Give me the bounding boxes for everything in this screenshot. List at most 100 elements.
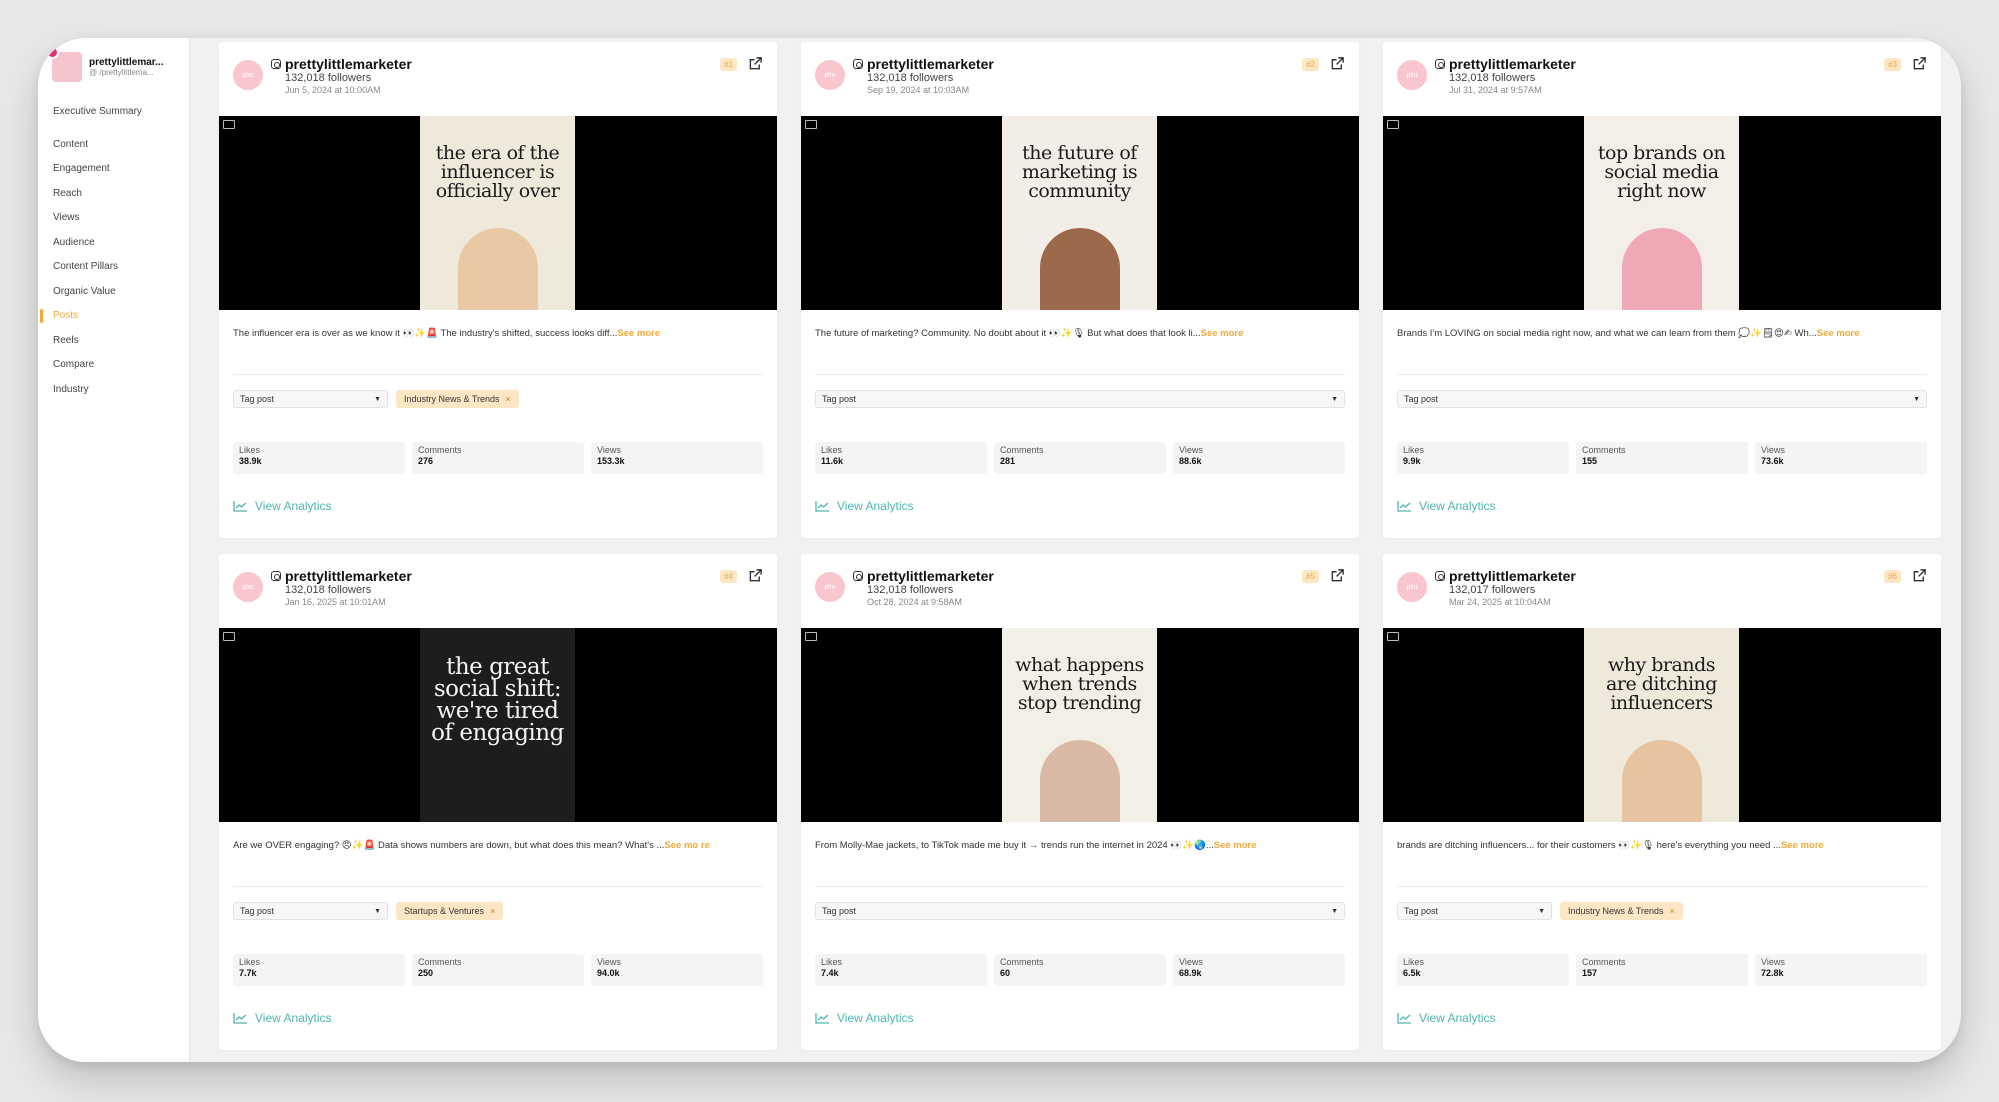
instagram-icon: [271, 59, 281, 69]
post-stats: Likes 7.7k Comments 250 Views 94.0k: [233, 954, 763, 986]
thumbnail-figure: [1622, 228, 1702, 310]
sidebar-item-industry[interactable]: Industry: [38, 378, 190, 403]
line-chart-icon: [815, 1013, 829, 1024]
profile-switcher[interactable]: prettylittlemar... @ /prettylittlema...: [46, 46, 182, 84]
sidebar-item-organic-value[interactable]: Organic Value: [38, 280, 190, 305]
tag-select-label: Tag post: [822, 394, 857, 404]
remove-tag-icon[interactable]: ×: [490, 906, 495, 916]
external-link-icon[interactable]: [1330, 568, 1345, 583]
stat-likes: Likes 11.6k: [815, 442, 987, 474]
divider: [1397, 374, 1927, 375]
see-more-link[interactable]: See more: [1817, 328, 1860, 339]
post-card-6: plm prettylittlemarketer 132,017 followe…: [1383, 554, 1941, 1050]
stat-views: Views 94.0k: [591, 954, 763, 986]
stat-label: Comments: [1582, 957, 1626, 967]
sidebar-item-reach[interactable]: Reach: [38, 182, 190, 207]
sidebar-item-audience[interactable]: Audience: [38, 231, 190, 256]
caret-down-icon: ▼: [1331, 907, 1338, 915]
see-more-link[interactable]: See mo re: [664, 840, 709, 851]
stat-value: 72.8k: [1761, 968, 1784, 978]
sidebar-item-posts[interactable]: Posts: [38, 304, 190, 329]
stat-label: Likes: [821, 957, 843, 967]
sidebar-item-executive-summary[interactable]: Executive Summary: [38, 100, 190, 125]
tag-select-label: Tag post: [240, 906, 275, 916]
post-date: Mar 24, 2025 at 10:04AM: [1449, 597, 1551, 607]
post-media[interactable]: the great social shift: we're tired of e…: [219, 628, 777, 822]
sidebar-item-views[interactable]: Views: [38, 206, 190, 231]
post-thumbnail: why brands are ditching influencers: [1584, 628, 1739, 822]
sidebar-item-content-pillars[interactable]: Content Pillars: [38, 255, 190, 280]
tag-post-select[interactable]: Tag post ▼: [233, 902, 388, 920]
tag-post-select[interactable]: Tag post ▼: [815, 902, 1345, 920]
see-more-link[interactable]: See more: [617, 328, 660, 339]
post-media[interactable]: the future of marketing is community: [801, 116, 1359, 310]
stat-value: 7.7k: [239, 968, 257, 978]
post-caption: Are we OVER engaging? 😠✨🚨 Data shows num…: [233, 838, 763, 854]
view-analytics-link[interactable]: View Analytics: [233, 499, 331, 513]
post-media[interactable]: why brands are ditching influencers: [1383, 628, 1941, 822]
follower-count: 132,018 followers: [285, 584, 372, 596]
sidebar-item-reels[interactable]: Reels: [38, 329, 190, 354]
tag-post-select[interactable]: Tag post ▼: [1397, 902, 1552, 920]
post-caption: The future of marketing? Community. No d…: [815, 326, 1345, 342]
view-analytics-link[interactable]: View Analytics: [815, 1011, 913, 1025]
post-media[interactable]: top brands on social media right now: [1383, 116, 1941, 310]
tag-post-select[interactable]: Tag post ▼: [815, 390, 1345, 408]
follower-count: 132,018 followers: [1449, 72, 1536, 84]
view-analytics-label: View Analytics: [837, 1011, 914, 1025]
image-icon: [1387, 120, 1399, 129]
divider: [1397, 886, 1927, 887]
sidebar-item-compare[interactable]: Compare: [38, 353, 190, 378]
stat-label: Views: [1179, 957, 1203, 967]
tag-chip[interactable]: Startups & Ventures ×: [396, 902, 504, 920]
username-text: prettylittlemarketer: [285, 56, 412, 72]
see-more-link[interactable]: See more: [1781, 840, 1824, 851]
line-chart-icon: [1397, 501, 1411, 512]
instagram-icon: [853, 59, 863, 69]
see-more-link[interactable]: See more: [1214, 840, 1257, 851]
stat-views: Views 88.6k: [1173, 442, 1345, 474]
tag-chip[interactable]: Industry News & Trends ×: [1560, 902, 1683, 920]
external-link-icon[interactable]: [1912, 56, 1927, 71]
post-caption: brands are ditching influencers... for t…: [1397, 838, 1927, 854]
remove-tag-icon[interactable]: ×: [506, 394, 511, 404]
avatar: plm: [1397, 572, 1427, 602]
avatar: plm: [815, 572, 845, 602]
post-media[interactable]: the era of the influencer is officially …: [219, 116, 777, 310]
post-media[interactable]: what happens when trends stop trending: [801, 628, 1359, 822]
stat-label: Views: [1179, 445, 1203, 455]
sidebar-item-content[interactable]: Content: [38, 133, 190, 158]
see-more-link[interactable]: See more: [1201, 328, 1244, 339]
sidebar-item-engagement[interactable]: Engagement: [38, 157, 190, 182]
tag-post-select[interactable]: Tag post ▼: [1397, 390, 1927, 408]
caption-text: Brands I'm LOVING on social media right …: [1397, 328, 1817, 339]
external-link-icon[interactable]: [748, 568, 763, 583]
view-analytics-link[interactable]: View Analytics: [1397, 1011, 1495, 1025]
username: prettylittlemarketer: [853, 56, 994, 72]
post-header: plm prettylittlemarketer 132,018 followe…: [815, 568, 1345, 607]
external-link-icon[interactable]: [1912, 568, 1927, 583]
view-analytics-link[interactable]: View Analytics: [233, 1011, 331, 1025]
username: prettylittlemarketer: [271, 56, 412, 72]
external-link-icon[interactable]: [1330, 56, 1345, 71]
view-analytics-link[interactable]: View Analytics: [815, 499, 913, 513]
stat-comments: Comments 276: [412, 442, 584, 474]
sidebar-nav: Executive Summary Content Engagement Rea…: [38, 100, 190, 402]
stat-likes: Likes 6.5k: [1397, 954, 1569, 986]
view-analytics-label: View Analytics: [1419, 499, 1496, 513]
line-chart-icon: [233, 1013, 247, 1024]
divider: [815, 374, 1345, 375]
tag-post-select[interactable]: Tag post ▼: [233, 390, 388, 408]
external-link-icon[interactable]: [748, 56, 763, 71]
remove-tag-icon[interactable]: ×: [1670, 906, 1675, 916]
caption-text: brands are ditching influencers... for t…: [1397, 840, 1781, 851]
post-header: plm prettylittlemarketer 132,017 followe…: [1397, 568, 1927, 607]
tag-row: Tag post ▼ Startups & Ventures ×: [233, 902, 504, 922]
tag-chip[interactable]: Industry News & Trends ×: [396, 390, 519, 408]
divider: [233, 886, 763, 887]
view-analytics-link[interactable]: View Analytics: [1397, 499, 1495, 513]
rank-badge: #2: [1302, 58, 1319, 71]
username: prettylittlemarketer: [853, 568, 994, 584]
post-header: plm prettylittlemarketer 132,018 followe…: [815, 56, 1345, 95]
avatar: plm: [233, 572, 263, 602]
